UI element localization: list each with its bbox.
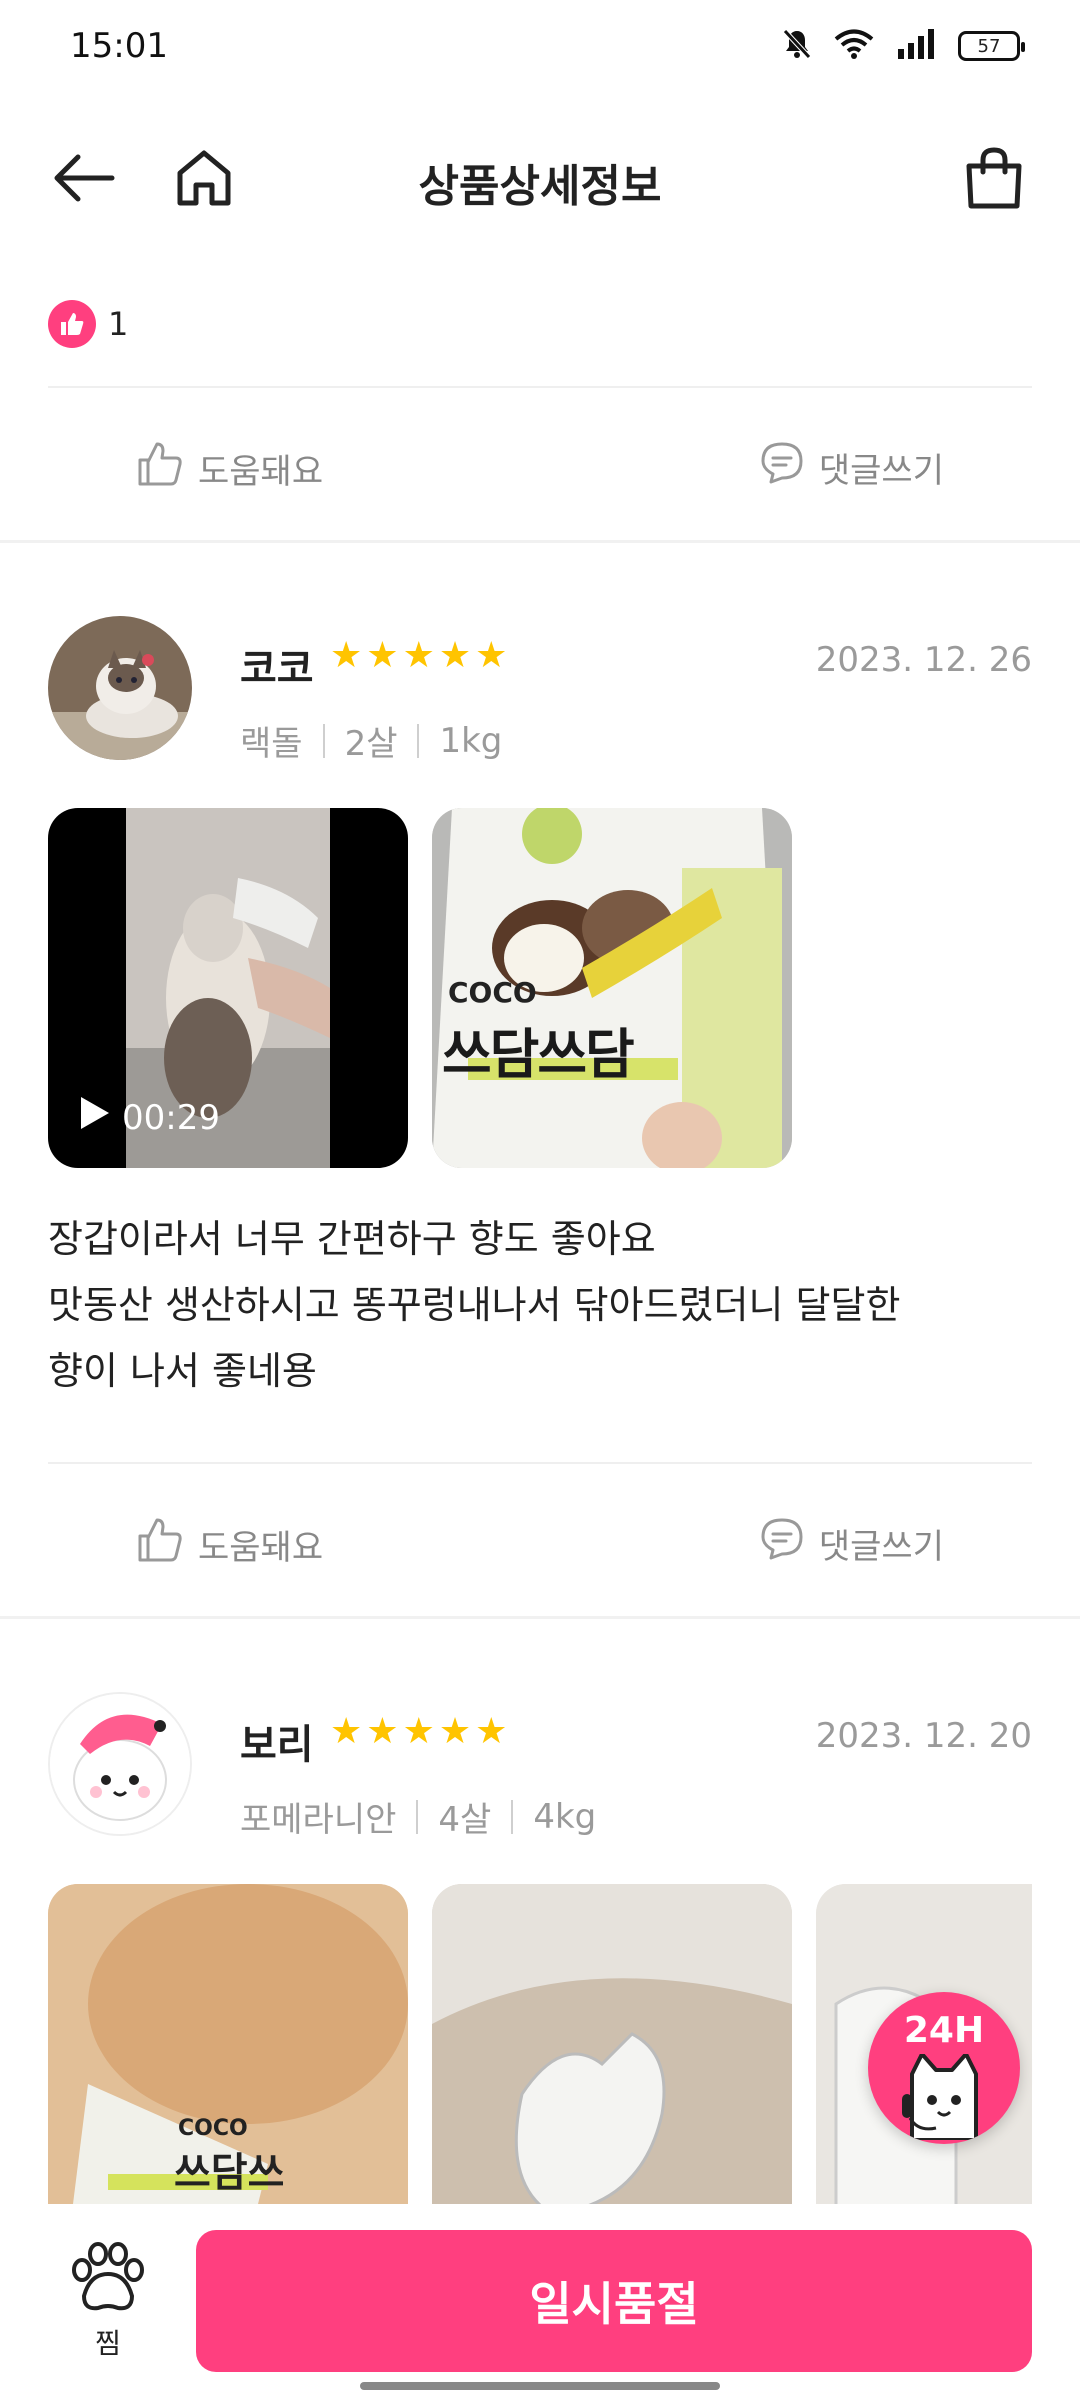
- pet-weight: 4kg: [533, 1796, 597, 1837]
- section-divider: [0, 540, 1080, 543]
- play-icon: [78, 1094, 112, 1141]
- star-icon: ★: [438, 1711, 472, 1752]
- sold-out-button[interactable]: 일시품절: [196, 2230, 1032, 2372]
- thumbs-up-icon: [136, 1516, 184, 1573]
- star-icon: ★: [475, 635, 508, 676]
- battery-indicator: 57: [958, 31, 1025, 61]
- review-text-line: 향이 나서 좋네용: [48, 1349, 317, 1393]
- star-rating: ★ ★ ★ ★ ★: [330, 638, 507, 674]
- comment-label: 댓글쓰기: [818, 451, 944, 491]
- pet-weight: 1kg: [439, 720, 503, 761]
- separator: [322, 723, 325, 758]
- wishlist-button[interactable]: 찜: [58, 2240, 158, 2362]
- status-bar: 15:01 57: [0, 0, 1080, 96]
- helpful-button[interactable]: 도움돼요: [136, 1516, 323, 1573]
- helpful-label: 도움돼요: [198, 1528, 324, 1568]
- status-time: 15:01: [70, 26, 168, 66]
- product-brand: COCO: [178, 2116, 248, 2141]
- review-date: 2023. 12. 26: [815, 640, 1032, 680]
- separator: [511, 1799, 514, 1834]
- section-divider: [0, 1616, 1080, 1619]
- star-icon: ★: [330, 1711, 363, 1752]
- avatar[interactable]: [48, 1692, 192, 1836]
- divider: [48, 386, 1032, 388]
- helpful-label: 도움돼요: [198, 452, 324, 492]
- review-photo[interactable]: COCO 쓰담쓰: [48, 1884, 408, 2204]
- pet-breed: 포메라니안: [240, 1800, 397, 1840]
- cart-button[interactable]: [954, 140, 1034, 220]
- star-icon: ★: [366, 1711, 399, 1752]
- chat-support-button[interactable]: 24H: [868, 1992, 1020, 2144]
- review-date: 2023. 12. 20: [815, 1716, 1032, 1756]
- star-icon: ★: [438, 635, 472, 676]
- star-icon: ★: [366, 635, 399, 676]
- review-item: 코코 ★ ★ ★ ★ ★ 2023. 12. 26 랙돌 2살 1kg 00:2…: [0, 616, 1080, 1436]
- video-duration: 00:29: [122, 1097, 220, 1138]
- pet-breed: 랙돌: [240, 724, 303, 764]
- shopping-bag-icon: [963, 146, 1025, 214]
- star-icon: ★: [330, 635, 363, 676]
- thumbs-up-filled-icon: [48, 300, 96, 348]
- status-icons: 57: [782, 28, 1025, 64]
- chat-label: 24H: [903, 2010, 985, 2051]
- mute-bell-icon: [782, 28, 812, 64]
- helpful-button[interactable]: 도움돼요: [136, 440, 323, 497]
- wifi-icon: [834, 28, 874, 64]
- star-rating: ★ ★ ★ ★ ★: [330, 1714, 507, 1750]
- separator: [417, 723, 420, 758]
- star-icon: ★: [402, 635, 435, 676]
- comment-button[interactable]: 댓글쓰기: [759, 1516, 944, 1571]
- video-duration-overlay: 00:29: [78, 1094, 220, 1141]
- comment-button[interactable]: 댓글쓰기: [759, 440, 944, 495]
- divider: [48, 1462, 1032, 1464]
- home-indicator: [360, 2382, 720, 2390]
- review-media: 00:29 COCO 쓰담쓰담: [48, 808, 792, 1168]
- cat-headset-icon: [898, 2052, 990, 2144]
- review-text: 장갑이라서 너무 간편하구 향도 좋아요 맛동산 생산하시고 똥꾸렁내나서 닦아…: [48, 1206, 1032, 1404]
- like-summary: 1: [48, 300, 128, 348]
- bottom-action-bar: 찜 일시품절: [0, 2204, 1080, 2400]
- paw-icon: [68, 2242, 148, 2316]
- review-text-line: 맛동산 생산하시고 똥꾸렁내나서 닦아드렸더니 달달한: [48, 1283, 901, 1327]
- page-title: 상품상세정보: [418, 161, 662, 212]
- product-name: 쓰담쓰담: [442, 1023, 635, 1086]
- product-name: 쓰담쓰: [174, 2150, 285, 2196]
- comment-label: 댓글쓰기: [818, 1527, 944, 1567]
- reviewer-name: 코코: [240, 646, 314, 692]
- thumbs-up-icon: [136, 440, 184, 497]
- like-count: 1: [108, 305, 129, 343]
- comment-icon: [759, 440, 805, 495]
- pet-age: 2살: [344, 724, 398, 764]
- review-actions: 도움돼요 댓글쓰기: [0, 420, 1080, 510]
- avatar[interactable]: [48, 616, 192, 760]
- header: 상품상세정보: [0, 120, 1080, 240]
- review-photo[interactable]: COCO 쓰담쓰담: [432, 808, 792, 1168]
- wishlist-label: 찜: [95, 2327, 121, 2360]
- pet-age: 4살: [438, 1800, 492, 1840]
- separator: [416, 1799, 419, 1834]
- review-actions: 도움돼요 댓글쓰기: [0, 1496, 1080, 1586]
- review-video-thumbnail[interactable]: 00:29: [48, 808, 408, 1168]
- review-photo[interactable]: [432, 1884, 792, 2204]
- comment-icon: [759, 1516, 805, 1571]
- star-icon: ★: [402, 1711, 435, 1752]
- pet-info: 포메라니안 4살 4kg: [240, 1792, 596, 1841]
- pet-info: 랙돌 2살 1kg: [240, 716, 502, 765]
- review-text-line: 장갑이라서 너무 간편하구 향도 좋아요: [48, 1217, 656, 1261]
- product-brand: COCO: [448, 976, 537, 1009]
- signal-icon: [896, 29, 936, 63]
- star-icon: ★: [475, 1711, 508, 1752]
- reviewer-name: 보리: [240, 1722, 314, 1768]
